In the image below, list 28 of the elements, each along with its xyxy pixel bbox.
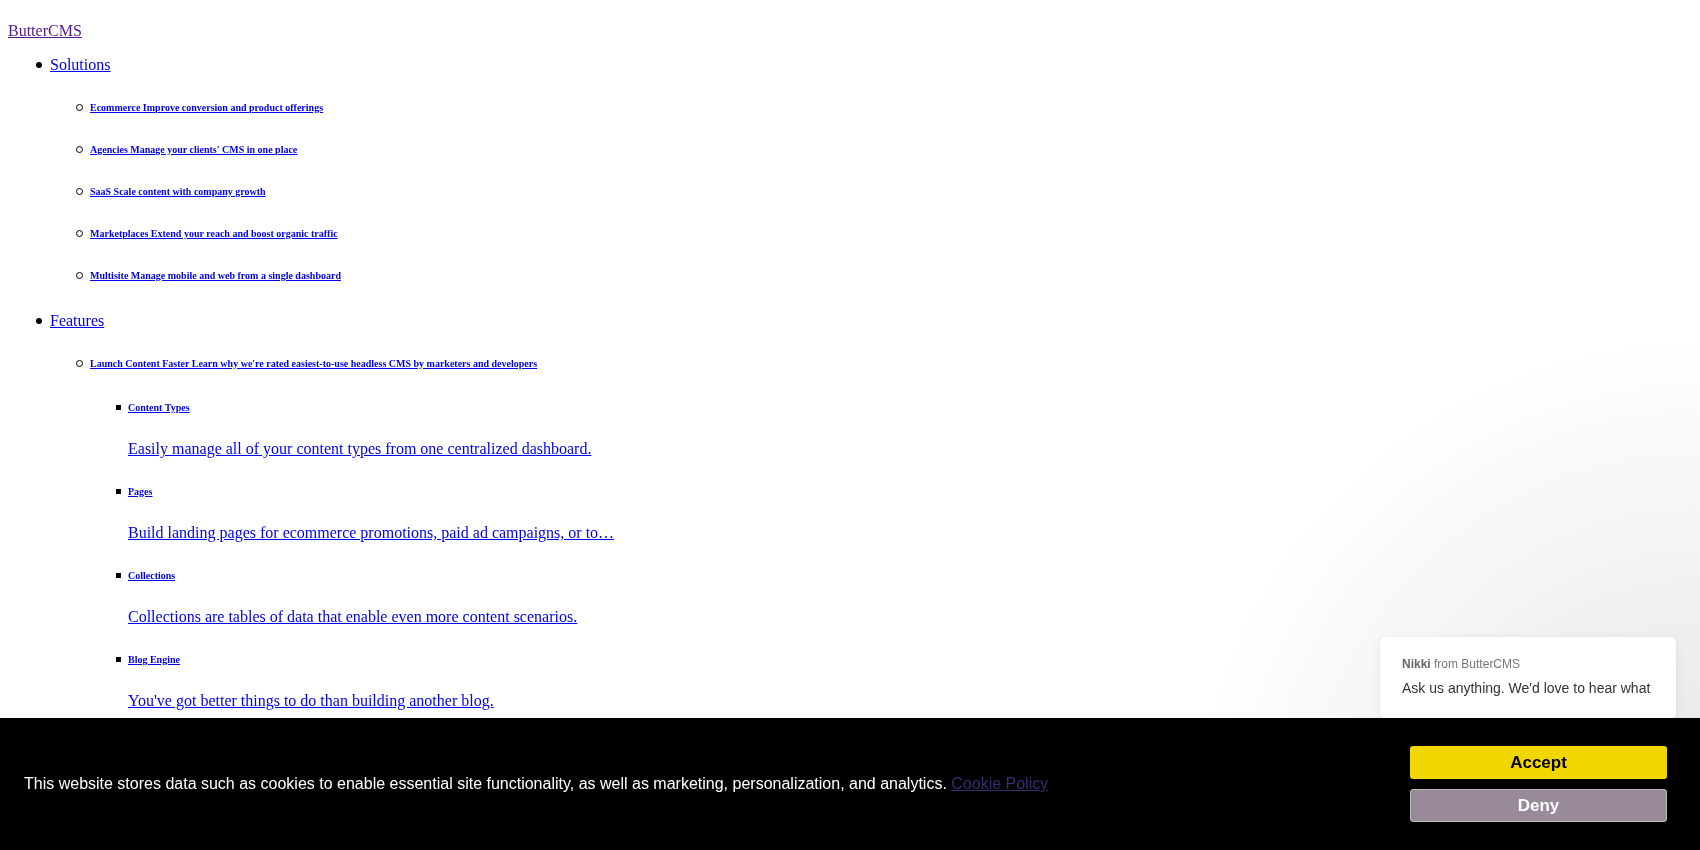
description-link[interactable]: Easily manage all of your content types from one centralized dashboard. xyxy=(128,428,592,470)
nav-link[interactable]: Multisite Manage mobile and web from a single dashboard xyxy=(90,269,341,281)
nav-link[interactable]: Features xyxy=(50,312,105,330)
description-link[interactable]: You've got better things to do than building another blog. xyxy=(128,680,494,722)
chat-popup[interactable]: Nikki from ButterCMS Ask us anything. We'd love to hear what xyxy=(1380,637,1676,718)
bullet-icon xyxy=(116,656,121,662)
nav-link[interactable]: Pages xyxy=(128,485,153,497)
logo-link[interactable]: ButterCMS xyxy=(8,22,82,40)
chat-message: Ask us anything. We'd love to hear what xyxy=(1402,679,1652,697)
bullet-icon xyxy=(36,62,42,68)
accept-button[interactable]: Accept xyxy=(1410,746,1667,779)
description-link[interactable]: Collections are tables of data that enable even more content scenarios. xyxy=(128,596,578,638)
nav-link[interactable]: Content Types xyxy=(128,401,190,413)
nav-link[interactable]: Launch Content Faster Learn why we're rated easiest-to-use headless CMS by marketers and developers xyxy=(90,357,538,369)
nav-link[interactable]: Marketplaces Extend your reach and boost organic traffic xyxy=(90,227,338,239)
cookie-notice: This website stores data such as cookies to enable essential site functionality, as well as marketing, personalization, and analytics. Cookie Policy xyxy=(24,775,1049,793)
nav-link[interactable]: Blog Engine xyxy=(128,653,180,665)
bullet-icon xyxy=(116,404,121,410)
nav-link[interactable]: Collections xyxy=(128,569,176,581)
description-link[interactable]: Build landing pages for ecommerce promotions, paid ad campaigns, or to… xyxy=(128,512,615,554)
bullet-icon xyxy=(36,318,42,324)
nav-link[interactable]: Ecommerce Improve conversion and product offerings xyxy=(90,101,324,113)
nav-link[interactable]: SaaS Scale content with company growth xyxy=(90,185,266,197)
bullet-icon xyxy=(116,572,121,578)
sender-label: Nikki from ButterCMS xyxy=(1402,657,1522,671)
nav-link[interactable]: Solutions xyxy=(50,56,111,74)
nav-link[interactable]: Agencies Manage your clients' CMS in one place xyxy=(90,143,298,155)
bullet-icon xyxy=(116,488,121,494)
